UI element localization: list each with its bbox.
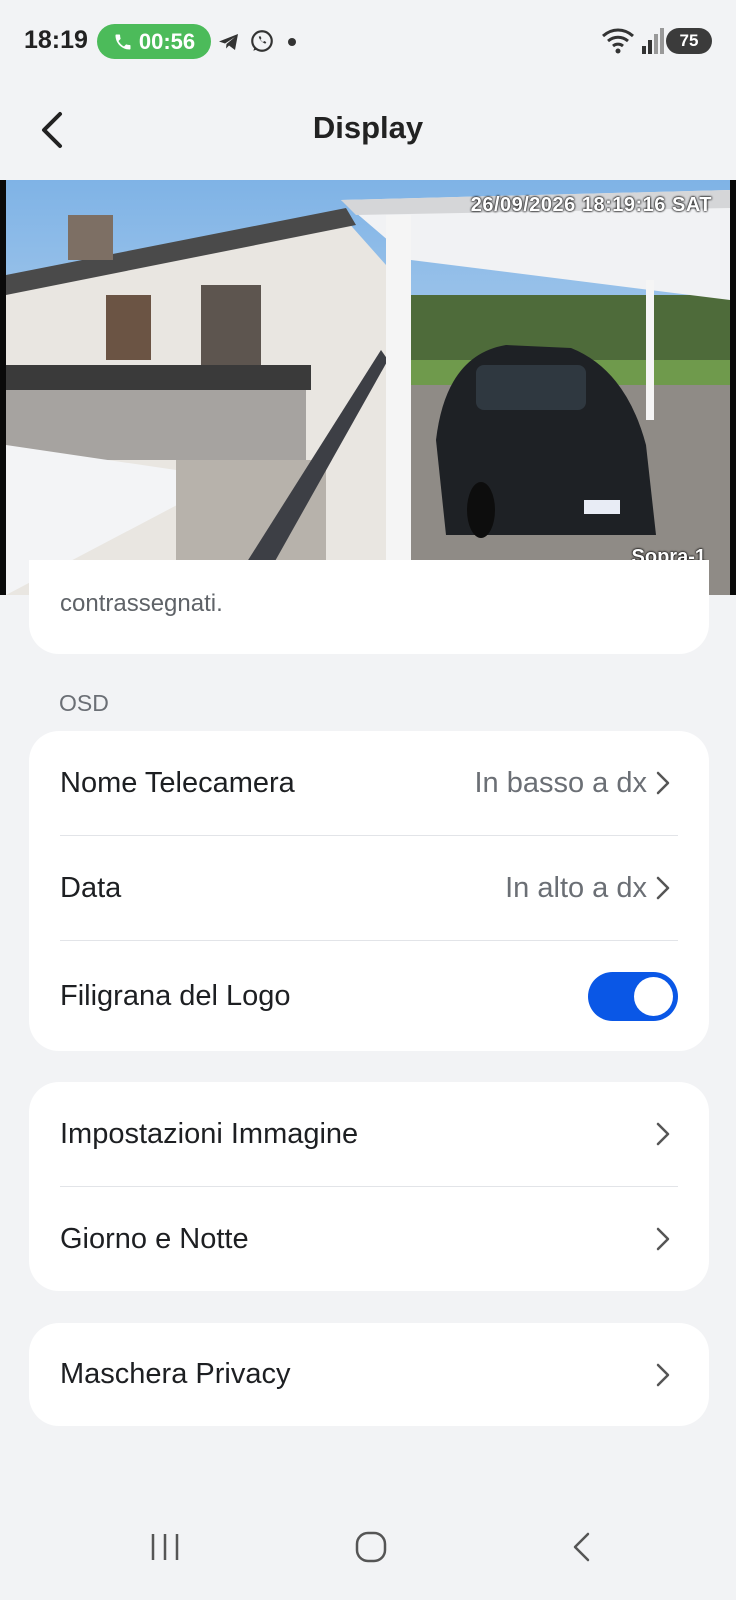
camera-scene-image (6, 180, 730, 595)
osd-settings-card: Nome Telecamera In basso a dx Data In al… (29, 731, 709, 1051)
system-navigation-bar (0, 1500, 736, 1600)
chevron-right-icon (656, 876, 670, 900)
row-image-settings[interactable]: Impostazioni Immagine (29, 1082, 709, 1186)
row-camera-name[interactable]: Nome Telecamera In basso a dx (29, 731, 709, 835)
osd-date-overlay: 26/09/2026 18:19:16 SAT (470, 194, 712, 216)
row-label: Giorno e Notte (60, 1222, 249, 1255)
logo-watermark-toggle[interactable] (588, 971, 678, 1021)
partial-settings-card: contrassegnati. (29, 560, 709, 654)
chevron-right-icon (656, 1122, 670, 1146)
whatsapp-icon (251, 30, 273, 52)
wifi-icon (602, 28, 634, 54)
row-day-night[interactable]: Giorno e Notte (29, 1187, 709, 1291)
row-label: Maschera Privacy (60, 1358, 291, 1390)
ongoing-call-pill[interactable]: 00:56 (97, 24, 211, 59)
chevron-right-icon (656, 1363, 670, 1386)
signal-icon (642, 28, 664, 54)
recent-apps-icon[interactable] (148, 1530, 182, 1564)
chevron-right-icon (656, 771, 670, 795)
nav-back-icon[interactable] (566, 1530, 600, 1564)
dot-icon (288, 38, 296, 46)
section-label-osd: OSD (59, 690, 109, 716)
app-header: Display (0, 84, 736, 180)
row-date[interactable]: Data In alto a dx (29, 836, 709, 940)
status-time: 18:19 (24, 26, 88, 54)
home-icon[interactable] (354, 1530, 388, 1564)
page-title: Display (312, 110, 424, 145)
row-privacy-mask[interactable]: Maschera Privacy (29, 1323, 709, 1426)
chevron-right-icon (656, 1227, 670, 1251)
telegram-icon (219, 34, 238, 50)
camera-live-preview[interactable]: 26/09/2026 18:19:16 SAT Sopra-1 (0, 180, 736, 595)
row-label: Impostazioni Immagine (60, 1117, 359, 1150)
row-label: Data (60, 871, 122, 904)
row-label: Nome Telecamera (60, 766, 295, 799)
image-settings-card: Impostazioni Immagine Giorno e Notte (29, 1082, 709, 1291)
row-label: Filigrana del Logo (60, 979, 291, 1012)
row-value: In alto a dx (505, 871, 647, 904)
privacy-settings-card: Maschera Privacy (29, 1323, 709, 1426)
row-value: In basso a dx (474, 766, 648, 799)
row-logo-watermark: Filigrana del Logo (29, 941, 709, 1051)
battery-indicator: 75 (666, 28, 712, 54)
partial-card-text: contrassegnati. (60, 590, 223, 617)
call-duration: 00:56 (138, 28, 196, 54)
status-bar: 18:19 00:56 75 (0, 0, 736, 84)
toggle-knob (634, 976, 673, 1016)
phone-icon (115, 34, 131, 49)
